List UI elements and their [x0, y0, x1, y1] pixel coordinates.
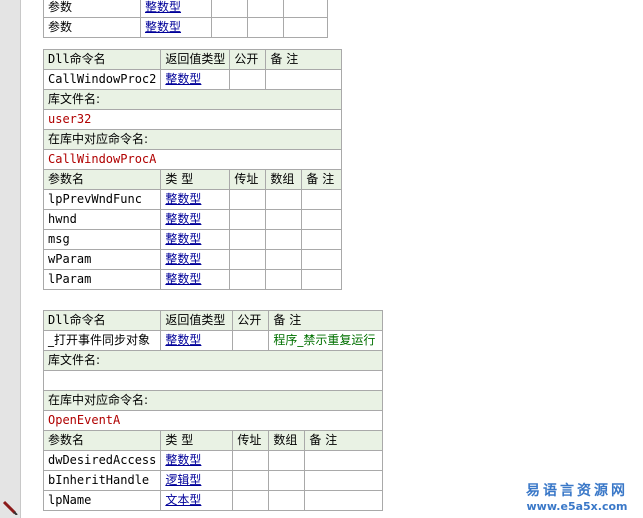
header-byref: 传址: [232, 430, 270, 451]
header-param-name: 参数名: [42, 169, 162, 190]
return-type-link[interactable]: 整数型: [160, 330, 234, 351]
param-type-link[interactable]: 整数型: [160, 189, 231, 210]
header-array: 数组: [268, 430, 306, 451]
header-note: 备 注: [265, 49, 343, 70]
param-type-link[interactable]: 整数型: [160, 229, 231, 250]
header-public: 公开: [232, 310, 270, 331]
param-type-link[interactable]: 整数型: [160, 249, 231, 270]
public-cell: [232, 330, 270, 351]
header-param-type: 类 型: [160, 430, 234, 451]
header-param-type: 类 型: [160, 169, 231, 190]
site-watermark: 易语言资源网 www.e5a5x.com: [517, 480, 637, 513]
header-return-type: 返回值类型: [160, 49, 231, 70]
watermark-url: www.e5a5x.com: [526, 500, 628, 513]
lib-file-value: user32: [42, 109, 343, 130]
note-cell: [265, 69, 343, 90]
param-name: 参数: [43, 17, 141, 38]
param-type-link[interactable]: 逻辑型: [160, 470, 234, 491]
orig-name-value: OpenEventA: [42, 410, 384, 431]
header-byref: 传址: [229, 169, 267, 190]
editor-gutter: [0, 0, 21, 518]
header-param-note: 备 注: [301, 169, 343, 190]
dll-command-name: CallWindowProc2: [42, 69, 162, 90]
dll-command-row: CallWindowProc2 整数型: [42, 69, 343, 90]
header-dll-name: Dll命令名: [42, 49, 162, 70]
param-name: lpPrevWndFunc: [42, 189, 162, 210]
orig-name-label: 在库中对应命令名:: [42, 390, 384, 411]
dll-header-row: Dll命令名 返回值类型 公开 备 注: [42, 310, 384, 331]
param-name: msg: [42, 229, 162, 250]
param-type-link[interactable]: 整数型: [140, 0, 212, 18]
table-row: lpName 文本型: [42, 490, 384, 511]
table-row: dwDesiredAccess 整数型: [42, 450, 384, 471]
lib-file-label: 库文件名:: [42, 350, 384, 371]
param-name: lParam: [42, 269, 162, 290]
dll-command-name: _打开事件同步对象: [42, 330, 162, 351]
param-name: lpName: [42, 490, 162, 511]
table-row: bInheritHandle 逻辑型: [42, 470, 384, 491]
dll-header-row: Dll命令名 返回值类型 公开 备 注: [42, 49, 343, 70]
param-name: hwnd: [42, 209, 162, 230]
lib-file-label: 库文件名:: [42, 89, 343, 110]
table-row: hwnd 整数型: [42, 209, 343, 230]
dll-table-callwindowproc: Dll命令名 返回值类型 公开 备 注 CallWindowProc2 整数型 …: [42, 49, 343, 290]
return-type-link[interactable]: 整数型: [160, 69, 231, 90]
param-type-link[interactable]: 整数型: [160, 450, 234, 471]
param-header-row: 参数名 类 型 传址 数组 备 注: [42, 430, 384, 451]
header-param-name: 参数名: [42, 430, 162, 451]
param-type-link[interactable]: 文本型: [160, 490, 234, 511]
orig-name-label: 在库中对应命令名:: [42, 129, 343, 150]
table-row: 参数 整数型: [43, 0, 328, 18]
param-header-row: 参数名 类 型 传址 数组 备 注: [42, 169, 343, 190]
param-type-link[interactable]: 整数型: [160, 209, 231, 230]
header-param-note: 备 注: [304, 430, 384, 451]
header-return-type: 返回值类型: [160, 310, 234, 331]
watermark-title: 易语言资源网: [526, 483, 628, 499]
table-row: msg 整数型: [42, 229, 343, 250]
param-type-link[interactable]: 整数型: [160, 269, 231, 290]
header-array: 数组: [265, 169, 303, 190]
header-note: 备 注: [268, 310, 384, 331]
header-public: 公开: [229, 49, 267, 70]
dll-table-openevent: Dll命令名 返回值类型 公开 备 注 _打开事件同步对象 整数型 程序_禁示重…: [42, 310, 384, 511]
note-cell: 程序_禁示重复运行: [268, 330, 384, 351]
table-row: lParam 整数型: [42, 269, 343, 290]
public-cell: [229, 69, 267, 90]
param-name: bInheritHandle: [42, 470, 162, 491]
top-params-table: 参数 整数型 参数 整数型: [43, 0, 328, 38]
table-row: 参数 整数型: [43, 17, 328, 38]
param-name: wParam: [42, 249, 162, 270]
param-name: dwDesiredAccess: [42, 450, 162, 471]
orig-name-value: CallWindowProcA: [42, 149, 343, 170]
param-type-link[interactable]: 整数型: [140, 17, 212, 38]
lib-file-value: [42, 370, 384, 391]
table-row: wParam 整数型: [42, 249, 343, 270]
param-name: 参数: [43, 0, 141, 18]
header-dll-name: Dll命令名: [42, 310, 162, 331]
table-row: lpPrevWndFunc 整数型: [42, 189, 343, 210]
dll-command-row: _打开事件同步对象 整数型 程序_禁示重复运行: [42, 330, 384, 351]
pencil-icon: [2, 500, 18, 515]
